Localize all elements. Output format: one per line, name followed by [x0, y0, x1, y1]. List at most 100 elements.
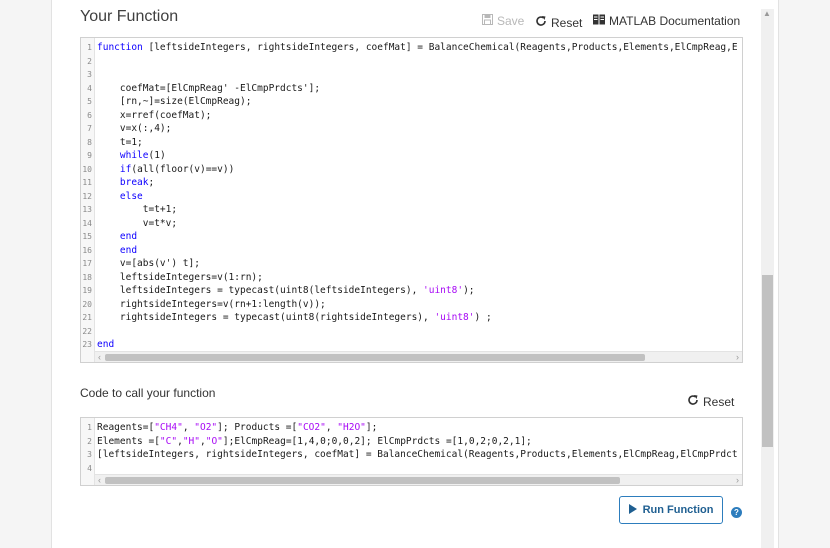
scroll-left-icon[interactable]: ‹	[98, 475, 101, 485]
code-text: Reagents=["CH4", "O2"]; Products =["CO2"…	[97, 421, 377, 435]
book-icon	[593, 14, 605, 28]
code-string: "CO2"	[297, 422, 326, 433]
code-token: Elements =[	[97, 435, 160, 447]
code-text: v=x(:,4);	[97, 122, 171, 136]
code-token: ;	[148, 177, 155, 188]
code-text: Elements =["C","H","O"];ElCmpReag=[1,4,0…	[97, 435, 532, 449]
code-keyword: else	[119, 190, 143, 202]
code-line: 9 while(1)	[81, 149, 166, 163]
code-token: ,	[182, 422, 195, 433]
vertical-scrollbar[interactable]: ▲	[761, 9, 774, 548]
code-line: 1 Reagents=["CH4", "O2"]; Products =["CO2…	[81, 421, 377, 435]
code-token: leftsideIntegers = typecast(uint8(leftsi…	[97, 285, 424, 296]
code-line: 3 [leftsideIntegers, rightsideIntegers, c…	[81, 448, 737, 462]
code-token: ) ;	[474, 312, 492, 323]
code-string: "CH4"	[154, 422, 183, 433]
code-line: 4 coefMat=[ElCmpReag' -ElCmpPrdcts'];	[81, 82, 320, 96]
code-line: 10 if(all(floor(v)==v))	[81, 163, 234, 177]
code-text: leftsideIntegers=v(1:rn);	[97, 271, 263, 285]
function-code-editor[interactable]: 1 function [leftsideIntegers, rightsideIn…	[80, 37, 743, 363]
scroll-left-icon[interactable]: ‹	[98, 352, 101, 362]
code-token: rightsideIntegers=v(rn+1:length(v));	[97, 298, 326, 310]
scrollbar-thumb[interactable]	[105, 477, 620, 484]
line-number: 19	[82, 286, 92, 295]
line-number: 12	[82, 191, 92, 201]
code-text: [leftsideIntegers, rightsideIntegers, co…	[97, 448, 738, 462]
line-number: 3	[87, 70, 92, 79]
code-token: x=rref(coefMat);	[97, 109, 212, 121]
play-icon	[628, 503, 637, 517]
code-text: v=[abs(v') t];	[97, 257, 200, 271]
doc-label: MATLAB Documentation	[609, 14, 741, 28]
code-line: 20 rightsideIntegers=v(rn+1:length(v));	[81, 298, 325, 312]
reset-icon	[687, 394, 699, 409]
code-token: ];	[365, 422, 378, 433]
caller-reset-button[interactable]: Reset	[687, 394, 734, 409]
caller-code-editor[interactable]: 1 Reagents=["CH4", "O2"]; Products =["CO2…	[80, 417, 743, 486]
code-token: t=t+1;	[97, 204, 178, 215]
code-keyword: function	[97, 42, 143, 53]
code-line: 14 v=t*v;	[81, 217, 177, 231]
code-line: 17 v=[abs(v') t];	[81, 257, 200, 271]
scroll-right-icon[interactable]: ›	[736, 352, 739, 362]
code-text: if(all(floor(v)==v))	[97, 163, 234, 177]
matlab-documentation-button[interactable]: MATLAB Documentation	[593, 14, 740, 28]
line-number: 15	[82, 232, 92, 241]
code-text: rightsideIntegers=v(rn+1:length(v));	[97, 298, 326, 312]
line-number: 14	[82, 218, 92, 228]
code-keyword: if	[119, 163, 132, 175]
line-number: 2	[87, 56, 92, 66]
line-number: 1	[87, 43, 92, 52]
save-button[interactable]: Save	[482, 14, 524, 28]
line-number: 9	[87, 151, 92, 160]
horizontal-scrollbar[interactable]: ‹ ›	[95, 351, 742, 362]
code-keyword: end	[119, 244, 138, 256]
line-number: 13	[82, 205, 92, 214]
line-number: 16	[82, 245, 92, 255]
code-token: ,	[325, 422, 338, 433]
code-text: rightsideIntegers = typecast(uint8(right…	[97, 311, 492, 325]
code-line: 2 Elements =["C","H","O"];ElCmpReag=[1,4,…	[81, 435, 532, 449]
code-token: (all(floor(v)==v))	[131, 163, 235, 175]
line-number: 5	[87, 97, 92, 106]
help-icon[interactable]: ?	[731, 507, 742, 518]
code-line: 16 end	[81, 244, 137, 258]
code-line: 5 [rn,~]=size(ElCmpReag);	[81, 95, 251, 109]
code-line: 1 function [leftsideIntegers, rightsideIn…	[81, 41, 737, 55]
code-string: "O2"	[194, 422, 218, 433]
line-number: 22	[82, 326, 92, 336]
vertical-scrollbar-thumb[interactable]	[762, 275, 773, 447]
line-number: 17	[82, 259, 92, 268]
code-token: v=t*v;	[97, 217, 178, 229]
run-function-label: Run Function	[642, 504, 714, 516]
save-icon	[482, 14, 493, 28]
code-string: "C"	[159, 435, 178, 447]
code-string: "H2O"	[337, 422, 366, 433]
run-function-button[interactable]: Run Function	[619, 496, 723, 524]
code-token: v=[abs(v') t];	[97, 258, 200, 269]
code-token: coefMat=[ElCmpReag' -ElCmpPrdcts'];	[97, 82, 321, 94]
code-string: 'uint8'	[423, 285, 464, 296]
code-token: [leftsideIntegers, rightsideIntegers, co…	[97, 449, 738, 460]
code-line: 12 else	[81, 190, 142, 204]
code-token: leftsideIntegers=v(1:rn);	[97, 271, 263, 283]
horizontal-scrollbar[interactable]: ‹ ›	[95, 474, 742, 485]
reset-button[interactable]: Reset	[535, 15, 582, 30]
scrollbar-thumb[interactable]	[105, 354, 645, 361]
code-keyword: break	[119, 177, 149, 188]
line-number: 3	[87, 450, 92, 459]
scroll-right-icon[interactable]: ›	[736, 475, 739, 485]
code-line: 22	[81, 325, 92, 339]
code-text: while(1)	[97, 149, 166, 163]
line-number: 20	[82, 299, 92, 309]
reset-icon	[535, 15, 547, 30]
line-number: 2	[87, 436, 92, 446]
code-line: 7 v=x(:,4);	[81, 122, 171, 136]
code-line: 4	[81, 462, 92, 476]
scroll-up-icon[interactable]: ▲	[763, 9, 771, 18]
code-token: [rn,~]=size(ElCmpReag);	[97, 96, 252, 107]
line-number: 21	[82, 313, 92, 322]
